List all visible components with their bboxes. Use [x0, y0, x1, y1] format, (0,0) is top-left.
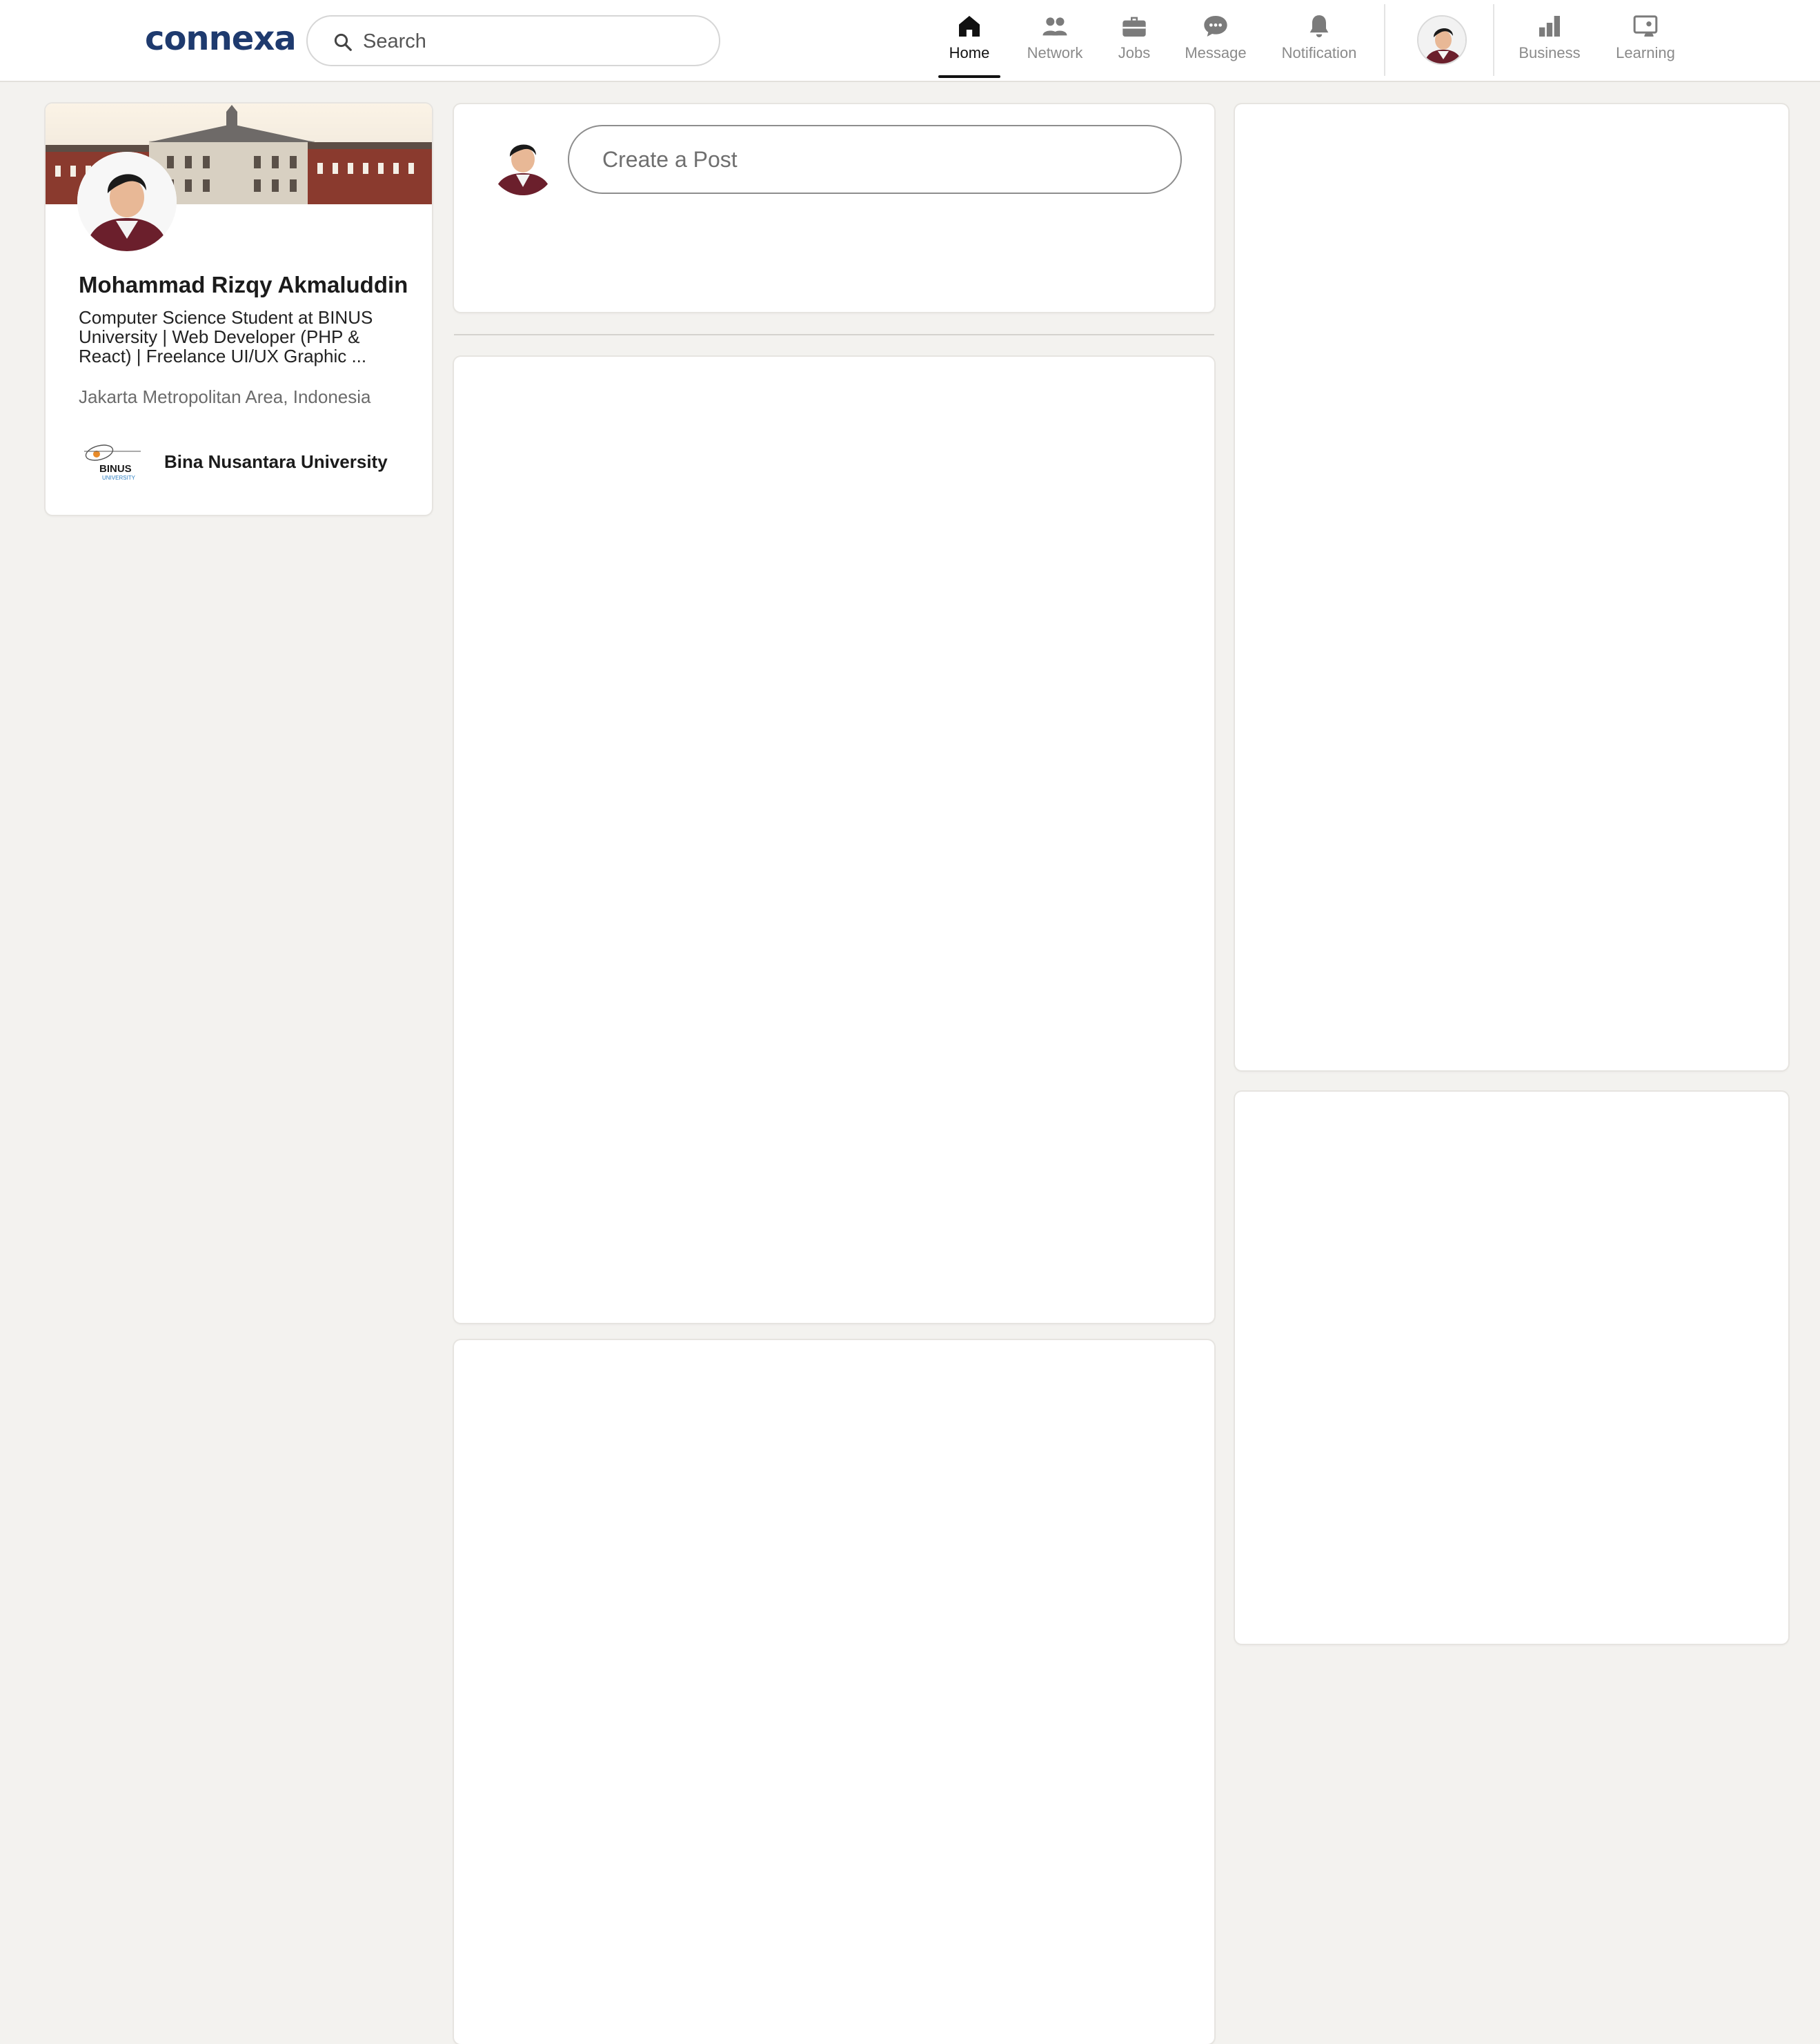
- nav-message[interactable]: Message: [1184, 12, 1247, 79]
- top-navbar: connexa Home Network Jobs: [0, 0, 1820, 82]
- brand-logo[interactable]: connexa: [145, 19, 297, 58]
- profile-avatar-button[interactable]: [1417, 15, 1467, 65]
- avatar-photo: [1418, 17, 1465, 63]
- nav-learning-label: Learning: [1616, 44, 1675, 61]
- avatar-photo: [490, 129, 556, 195]
- nav-jobs[interactable]: Jobs: [1115, 12, 1154, 79]
- profile-headline: Computer Science Student at BINUS Univer…: [79, 307, 373, 366]
- profile-avatar[interactable]: [77, 152, 177, 251]
- composer-avatar[interactable]: [490, 129, 556, 195]
- nav-divider: [1493, 4, 1494, 76]
- feed-post-card: [454, 1340, 1214, 2044]
- avatar-photo: [77, 152, 177, 251]
- feed-divider: [454, 334, 1214, 335]
- learning-icon: [1633, 15, 1658, 37]
- bar-chart-icon: [1539, 16, 1560, 37]
- bell-icon: [1309, 15, 1329, 37]
- home-icon: [959, 16, 980, 37]
- network-icon: [1042, 17, 1067, 36]
- active-tab-indicator: [938, 75, 1000, 78]
- nav-message-label: Message: [1185, 44, 1247, 61]
- nav-network[interactable]: Network: [1022, 12, 1087, 79]
- profile-name[interactable]: Mohammad Rizqy Akmaluddin: [79, 272, 424, 298]
- nav-learning[interactable]: Learning: [1612, 12, 1679, 79]
- right-sidebar-card: [1235, 1092, 1788, 1644]
- education-name[interactable]: Bina Nusantara University: [164, 451, 388, 473]
- message-icon: [1204, 16, 1227, 37]
- binus-university-logo[interactable]: BINUS UNIVERSITY: [79, 438, 148, 483]
- search-input[interactable]: [363, 25, 694, 58]
- right-sidebar-card: [1235, 104, 1788, 1070]
- nav-home[interactable]: Home: [940, 12, 999, 79]
- nav-business[interactable]: Business: [1518, 12, 1581, 79]
- profile-location: Jakarta Metropolitan Area, Indonesia: [79, 386, 371, 407]
- uni-logo-subtext: UNIVERSITY: [102, 475, 136, 481]
- search-bar[interactable]: [306, 15, 720, 66]
- nav-notification[interactable]: Notification: [1280, 12, 1358, 79]
- briefcase-icon: [1122, 17, 1146, 37]
- create-post-button[interactable]: Create a Post: [568, 125, 1182, 194]
- feed-post-card: [454, 357, 1214, 1323]
- search-icon: [334, 33, 352, 51]
- nav-jobs-label: Jobs: [1118, 44, 1151, 61]
- profile-card: Mohammad Rizqy Akmaluddin Computer Scien…: [46, 104, 432, 515]
- nav-notification-label: Notification: [1281, 44, 1357, 61]
- create-post-card: Create a Post: [454, 104, 1214, 312]
- nav-network-label: Network: [1027, 44, 1083, 61]
- nav-home-label: Home: [949, 44, 990, 61]
- nav-business-label: Business: [1519, 44, 1581, 61]
- nav-divider: [1384, 4, 1385, 76]
- uni-logo-text: BINUS: [99, 463, 132, 475]
